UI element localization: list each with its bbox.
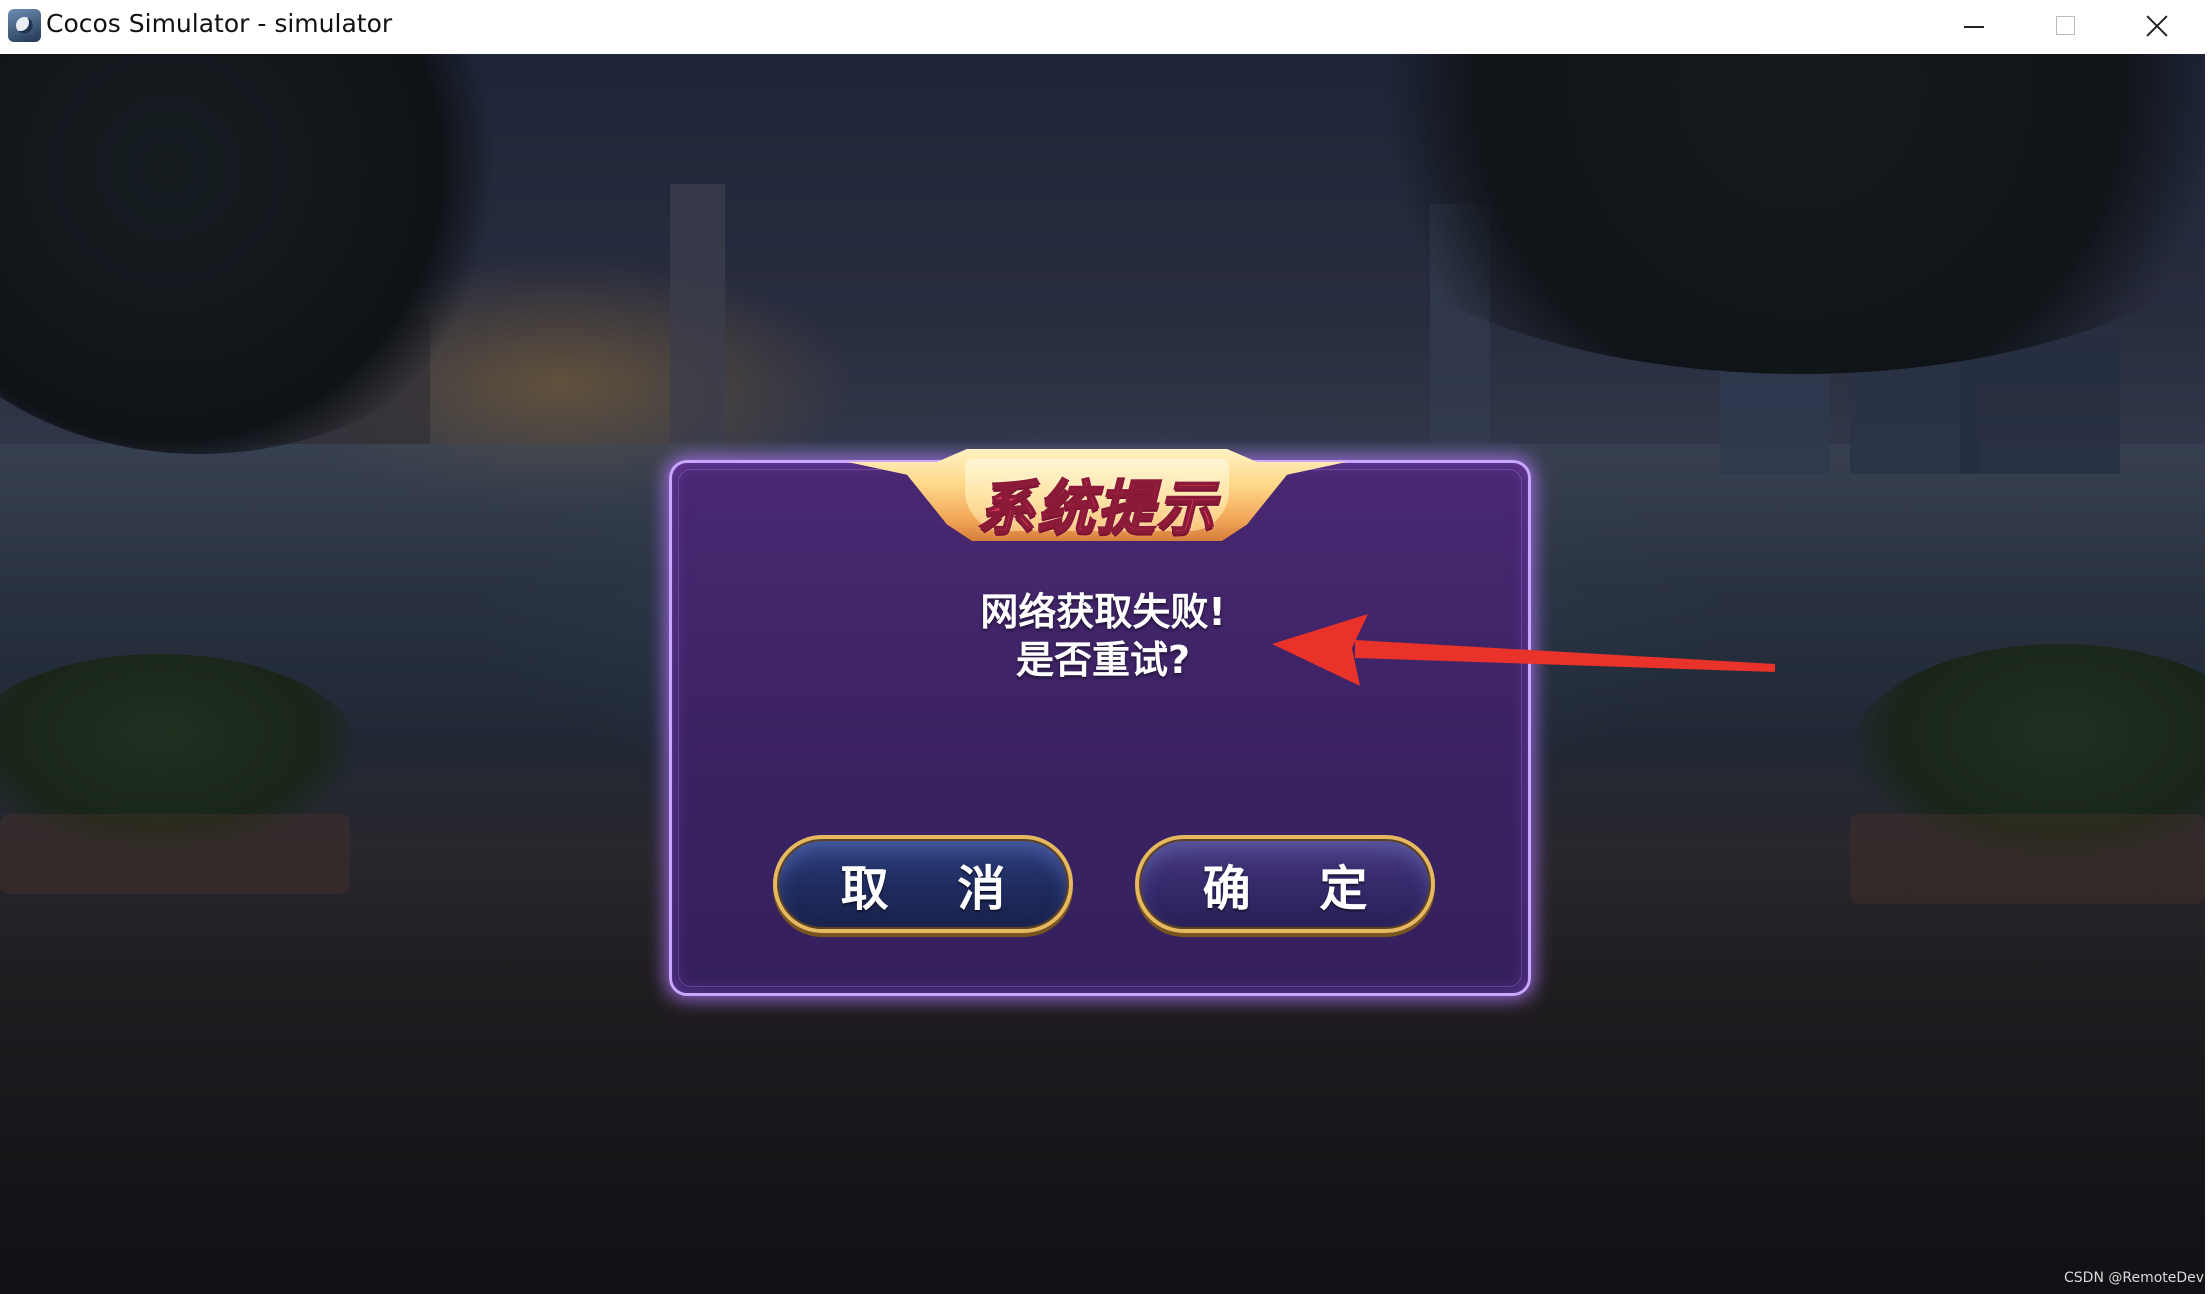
window-border: [2205, 0, 2210, 1294]
window-title: Cocos Simulator - simulator: [46, 9, 393, 38]
cocos-app-icon: [8, 9, 41, 42]
arrow-head: [1272, 614, 1368, 686]
game-scene-background[interactable]: 系统提示 网络获取失败! 是否重试? 取 消 确 定: [0, 54, 2205, 1294]
csdn-watermark: CSDN @RemoteDev: [2064, 1270, 2205, 1286]
dialog-title-banner: 系统提示: [847, 449, 1347, 543]
cancel-button-label: 取 消: [840, 861, 1032, 917]
confirm-button-label: 确 定: [1202, 861, 1394, 917]
dialog-title: 系统提示: [976, 473, 1217, 543]
confirm-button[interactable]: 确 定: [1135, 835, 1435, 933]
arrow-shaft: [1355, 640, 1775, 672]
system-prompt-dialog: 系统提示 网络获取失败! 是否重试? 取 消 确 定: [669, 449, 1531, 996]
maximize-button[interactable]: [2018, 0, 2108, 54]
close-window-button[interactable]: [2110, 0, 2200, 54]
cancel-button[interactable]: 取 消: [773, 835, 1073, 933]
red-arrow-annotation-icon: [1272, 614, 1775, 686]
window-titlebar: Cocos Simulator - simulator: [0, 0, 2205, 54]
minimize-button[interactable]: [1928, 0, 2018, 54]
